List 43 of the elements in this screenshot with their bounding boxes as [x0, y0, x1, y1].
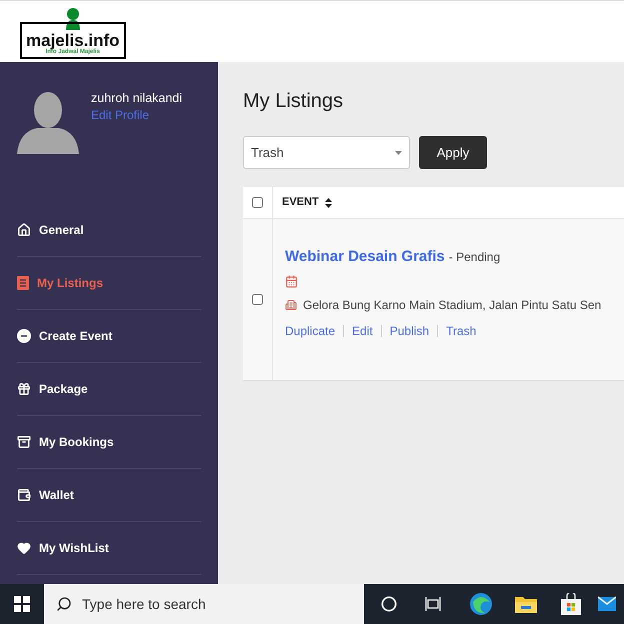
apply-button[interactable]: Apply [419, 136, 487, 169]
row-action-link[interactable]: Duplicate [285, 322, 336, 340]
mail-icon[interactable] [598, 595, 616, 613]
event-title-link[interactable]: Webinar Desain Grafis [285, 246, 445, 268]
minus-circle-icon [17, 329, 31, 343]
sidebar-item[interactable]: General [17, 204, 201, 257]
row-action-link[interactable]: Edit [352, 322, 373, 340]
sidebar-item[interactable]: My Listings [17, 257, 201, 310]
row-action-link[interactable]: Trash [446, 322, 476, 340]
taskbar-search-field[interactable]: Type here to search [44, 584, 364, 624]
browser-icon[interactable] [469, 592, 493, 616]
sidebar-item[interactable]: Package [17, 363, 201, 416]
logo-title: majelis.info [26, 32, 120, 49]
wallet-icon [17, 488, 31, 502]
circle-icon[interactable] [381, 596, 397, 612]
heart-icon [17, 541, 31, 555]
building-icon [285, 298, 297, 310]
bulk-action-select[interactable]: Trash [243, 136, 410, 169]
store-bag-icon[interactable] [561, 593, 581, 615]
sidebar-item[interactable]: Wallet [17, 469, 201, 522]
archive-icon [17, 435, 31, 449]
sort-icon [324, 198, 332, 208]
document-icon [17, 276, 29, 290]
page-title: My Listings [243, 89, 344, 113]
home-icon [17, 223, 31, 237]
task-view-icon[interactable] [425, 597, 441, 611]
dropdown-caret-icon [395, 150, 402, 154]
profile-name: zuhroh nilakandi [91, 90, 182, 107]
event-location: Gelora Bung Karno Main Stadium, Jalan Pintu Satu Sen [303, 296, 602, 314]
row-action-link[interactable]: Publish [390, 322, 430, 340]
sidebar-item[interactable]: My Bookings [17, 416, 201, 469]
sidebar-item[interactable]: Create Event [17, 310, 201, 363]
select-all-checkbox[interactable] [252, 197, 263, 208]
gift-icon [17, 382, 31, 396]
folder-icon[interactable] [515, 595, 537, 613]
search-icon [56, 596, 72, 612]
event-column-header[interactable]: EVENT [273, 187, 332, 218]
windows-start-icon[interactable] [14, 596, 30, 612]
row-checkbox[interactable] [252, 294, 263, 305]
figure-icon [64, 8, 82, 30]
sidebar-item[interactable]: My WishList [17, 522, 201, 575]
calendar-icon [285, 274, 298, 288]
event-status: - Pending [448, 249, 500, 266]
